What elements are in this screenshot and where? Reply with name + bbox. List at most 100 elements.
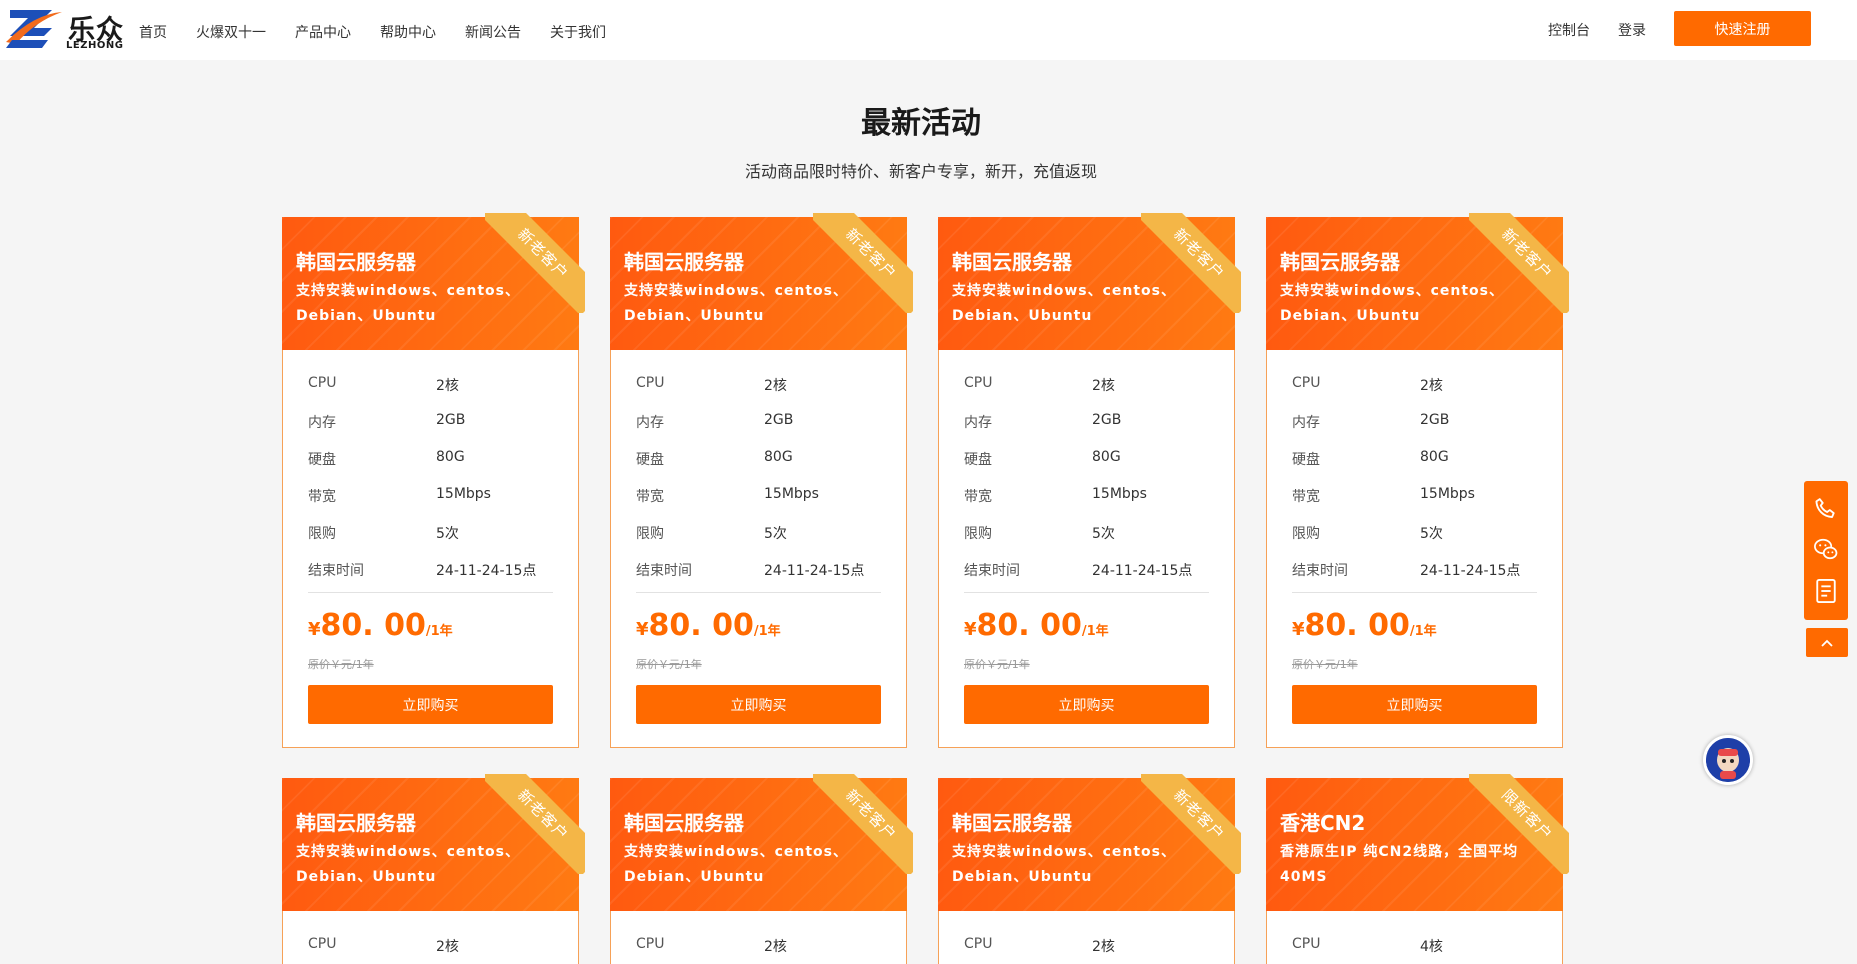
spec-value: 2GB	[1092, 412, 1122, 428]
product-card: 韩国云服务器 支持安装windows、centos、Debian、Ubuntu …	[610, 213, 913, 748]
divider	[1292, 592, 1537, 593]
spec-label: 硬盘	[308, 452, 336, 468]
back-to-top-button[interactable]	[1806, 628, 1848, 657]
product-card: 韩国云服务器 支持安装windows、centos、Debian、Ubuntu …	[282, 213, 585, 748]
spec-list: CPU 2核 内存 2GB 硬盘 80G 带宽 15Mbps 限购 5次 结束时间 24-1…	[636, 375, 881, 597]
side-toolbar	[1804, 481, 1848, 620]
spec-label: 内存	[1292, 415, 1320, 431]
spec-label: 带宽	[636, 489, 664, 505]
nav-products[interactable]: 产品中心	[295, 22, 351, 42]
price-unit: /1年	[753, 624, 781, 639]
divider	[636, 592, 881, 593]
spec-row: 硬盘 80G	[1292, 449, 1537, 486]
spec-label: 限购	[636, 526, 664, 542]
card-title: 韩国云服务器	[296, 250, 416, 274]
badge-ribbon: 新老客户	[1141, 774, 1241, 874]
header: 乐众 LEZHONG 首页 火爆双十一 产品中心 帮助中心 新闻公告 关于我们 …	[0, 0, 1857, 60]
original-price: 原价￥元/1年	[1292, 658, 1358, 671]
nav-help[interactable]: 帮助中心	[380, 22, 436, 42]
buy-now-button[interactable]: 立即购买	[1292, 685, 1537, 724]
buy-now-button[interactable]: 立即购买	[636, 685, 881, 724]
price: ¥80. 00/1年	[308, 608, 453, 643]
price-unit: /1年	[1409, 624, 1437, 639]
spec-label: CPU	[1292, 936, 1321, 952]
chat-mascot-avatar[interactable]	[1703, 735, 1753, 785]
wechat-icon	[1814, 538, 1838, 560]
badge-ribbon: 新老客户	[1141, 213, 1241, 313]
spec-row: 限购 5次	[308, 523, 553, 560]
badge-ribbon: 限新客户	[1469, 774, 1569, 874]
login-link[interactable]: 登录	[1618, 20, 1646, 40]
card-title: 韩国云服务器	[952, 250, 1072, 274]
badge-label: 新老客户	[485, 774, 585, 874]
price-amount: 80. 00	[1304, 608, 1410, 643]
badge-ribbon: 新老客户	[813, 774, 913, 874]
product-card: 韩国云服务器 支持安装windows、centos、Debian、Ubuntu …	[1266, 213, 1569, 748]
product-card: 韩国云服务器 支持安装windows、centos、Debian、Ubuntu …	[938, 774, 1241, 964]
spec-row: 带宽 15Mbps	[964, 486, 1209, 523]
spec-row: 限购 5次	[1292, 523, 1537, 560]
phone-button[interactable]	[1804, 487, 1848, 531]
card-title: 香港CN2	[1280, 811, 1366, 835]
spec-value: 2核	[764, 939, 787, 955]
badge-ribbon: 新老客户	[485, 213, 585, 313]
spec-value: 2核	[436, 939, 459, 955]
logo[interactable]: 乐众 LEZHONG	[4, 4, 124, 56]
spec-value: 2GB	[764, 412, 794, 428]
spec-value: 2核	[1092, 378, 1115, 394]
product-card: 韩国云服务器 支持安装windows、centos、Debian、Ubuntu …	[610, 774, 913, 964]
spec-list: CPU 4核	[1292, 936, 1537, 964]
chevron-up-icon	[1821, 639, 1833, 647]
spec-label: 限购	[1292, 526, 1320, 542]
console-link[interactable]: 控制台	[1548, 20, 1590, 40]
feedback-button[interactable]	[1804, 569, 1848, 613]
price-currency: ¥	[636, 619, 649, 640]
product-card: 韩国云服务器 支持安装windows、centos、Debian、Ubuntu …	[282, 774, 585, 964]
wechat-button[interactable]	[1804, 528, 1848, 572]
spec-row: 硬盘 80G	[636, 449, 881, 486]
spec-row: 内存 2GB	[964, 412, 1209, 449]
spec-row: 带宽 15Mbps	[1292, 486, 1537, 523]
spec-value: 80G	[1420, 449, 1449, 465]
price: ¥80. 00/1年	[636, 608, 781, 643]
buy-now-button[interactable]: 立即购买	[308, 685, 553, 724]
spec-row: CPU 2核	[964, 375, 1209, 412]
phone-icon	[1815, 498, 1835, 518]
logo-icon	[6, 10, 62, 48]
mascot-icon	[1706, 738, 1750, 782]
buy-now-button[interactable]: 立即购买	[964, 685, 1209, 724]
spec-label: CPU	[308, 375, 337, 391]
badge-label: 新老客户	[813, 213, 913, 313]
spec-label: 内存	[964, 415, 992, 431]
card-title: 韩国云服务器	[624, 811, 744, 835]
nav-double-eleven[interactable]: 火爆双十一	[196, 22, 266, 42]
section-title: 最新活动	[861, 106, 981, 141]
spec-value: 2核	[764, 378, 787, 394]
divider	[308, 592, 553, 593]
original-price: 原价￥元/1年	[964, 658, 1030, 671]
spec-label: 带宽	[1292, 489, 1320, 505]
spec-value: 15Mbps	[1420, 486, 1475, 502]
spec-value: 80G	[436, 449, 465, 465]
nav-about[interactable]: 关于我们	[550, 22, 606, 42]
original-price: 原价￥元/1年	[636, 658, 702, 671]
badge-ribbon: 新老客户	[485, 774, 585, 874]
spec-value: 4核	[1420, 939, 1443, 955]
price-amount: 80. 00	[976, 608, 1082, 643]
spec-value: 15Mbps	[1092, 486, 1147, 502]
spec-label: 内存	[308, 415, 336, 431]
price: ¥80. 00/1年	[1292, 608, 1437, 643]
spec-row: 带宽 15Mbps	[308, 486, 553, 523]
spec-row: CPU 2核	[308, 936, 553, 964]
card-title: 韩国云服务器	[952, 811, 1072, 835]
nav-news[interactable]: 新闻公告	[465, 22, 521, 42]
spec-label: CPU	[964, 375, 993, 391]
spec-row: CPU 2核	[1292, 375, 1537, 412]
spec-value: 5次	[764, 526, 787, 542]
spec-value: 80G	[1092, 449, 1121, 465]
register-button[interactable]: 快速注册	[1674, 11, 1811, 46]
nav-home[interactable]: 首页	[139, 22, 167, 42]
price-unit: /1年	[1081, 624, 1109, 639]
spec-list: CPU 2核	[308, 936, 553, 964]
badge-label: 新老客户	[485, 213, 585, 313]
